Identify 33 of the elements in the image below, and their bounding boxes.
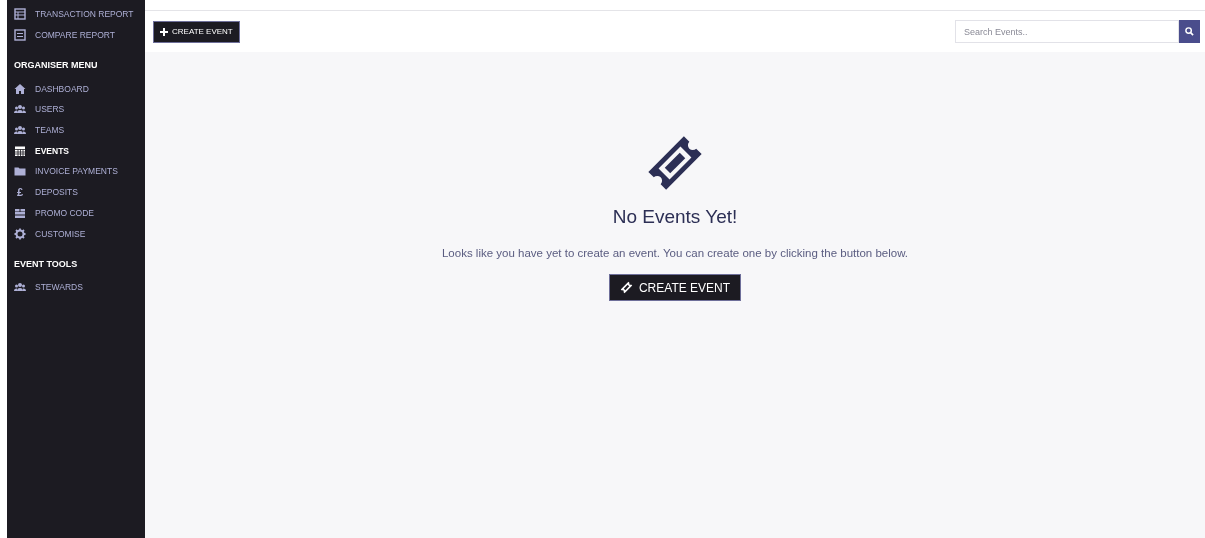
sidebar-item[interactable]: INVOICE PAYMENTS — [7, 161, 145, 182]
ticket-icon — [619, 281, 633, 294]
sidebar-item[interactable]: DASHBOARD — [7, 78, 145, 100]
plus-icon — [160, 27, 168, 36]
sidebar-item[interactable]: USERS — [7, 99, 145, 120]
sidebar-item[interactable]: TEAMS — [7, 119, 145, 141]
sidebar-item[interactable]: EVENTS — [7, 140, 145, 162]
calendar-icon — [14, 144, 26, 157]
users-icon — [14, 103, 26, 116]
list-icon — [14, 29, 26, 42]
sidebar-item[interactable]: TRANSACTION REPORT — [7, 4, 145, 25]
sidebar-item[interactable]: COMPARE REPORT — [7, 24, 145, 46]
section-heading: ORGANISER MENU — [13, 59, 99, 73]
sidebar-item[interactable]: CUSTOMISE — [7, 223, 145, 244]
sidebar-item[interactable]: PROMO CODE — [7, 202, 145, 224]
search-icon — [1185, 27, 1194, 36]
sidebar-item[interactable]: £ DEPOSITS — [7, 181, 145, 203]
folder-icon — [14, 165, 26, 178]
table-icon — [14, 8, 26, 21]
settings-icon — [14, 227, 26, 240]
ticket-icon — [646, 134, 704, 192]
sidebar-item[interactable]: STEWARDS — [7, 276, 145, 298]
empty-state-message: Looks like you have yet to create an event. You can create one by clicking the button below. — [440, 246, 910, 261]
pound-icon: £ — [14, 186, 26, 199]
create-event-button[interactable]: CREATE EVENT — [608, 274, 742, 301]
search-button[interactable] — [1179, 20, 1200, 43]
search-field[interactable]: Search Events.. — [955, 20, 1179, 43]
empty-state-title: No Events Yet! — [612, 206, 738, 228]
home-icon — [14, 82, 26, 95]
create-event-button[interactable]: CREATE EVENT — [153, 20, 240, 43]
users-icon — [14, 124, 26, 137]
section-heading: EVENT TOOLS — [13, 257, 79, 271]
users-icon — [14, 281, 26, 294]
